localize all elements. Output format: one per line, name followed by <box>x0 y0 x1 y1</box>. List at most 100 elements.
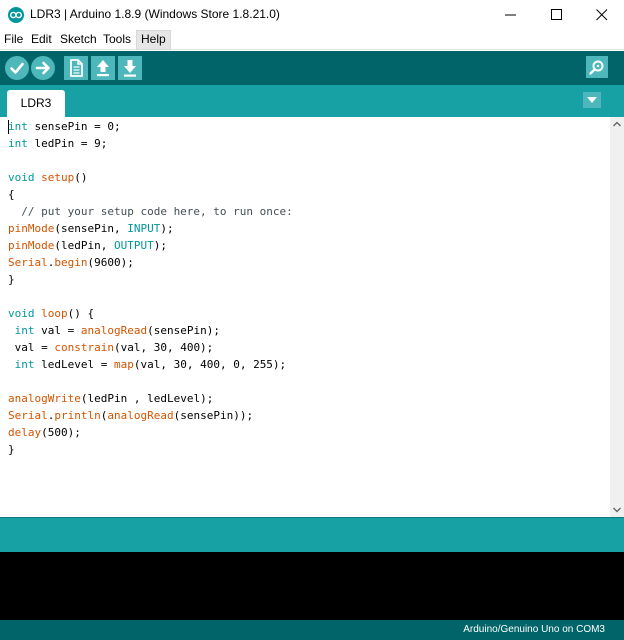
scroll-up-button[interactable] <box>610 117 624 131</box>
chevron-down-icon <box>587 97 597 103</box>
tab-menu-button[interactable] <box>583 92 601 108</box>
chevron-up-icon <box>613 121 621 127</box>
code-token: Serial <box>8 409 48 422</box>
new-sketch-button[interactable] <box>64 56 88 80</box>
code-token: val = <box>8 341 55 354</box>
code-line: int ledLevel = map(val, 30, 400, 0, 255)… <box>8 356 293 373</box>
code-token: (9600); <box>87 256 134 269</box>
window-title: LDR3 | Arduino 1.8.9 (Windows Store 1.8.… <box>30 7 280 21</box>
close-icon <box>596 9 608 21</box>
code-line: int val = analogRead(sensePin); <box>8 322 293 339</box>
chevron-down-icon <box>613 507 621 513</box>
code-token: map <box>113 358 134 371</box>
code-line: void loop() { <box>8 305 293 322</box>
code-token: void <box>8 171 35 184</box>
minimize-button[interactable] <box>488 0 534 30</box>
scroll-down-button[interactable] <box>610 503 624 517</box>
code-token: } <box>8 443 15 456</box>
code-token: (val, 30, 400, 0, 255); <box>133 358 287 371</box>
maximize-button[interactable] <box>534 0 580 30</box>
serial-monitor-icon <box>589 60 604 75</box>
verify-button[interactable] <box>5 56 29 80</box>
code-editor[interactable]: int sensePin = 0; int ledPin = 9; void set… <box>0 117 610 517</box>
tab-ldr3[interactable]: LDR3 <box>7 90 65 117</box>
code-token: int <box>8 137 28 150</box>
upload-icon <box>35 61 50 75</box>
editor-scrollbar[interactable] <box>610 117 624 517</box>
code-line: // put your setup code here, to run once… <box>8 203 293 220</box>
code-token: (ledPin , ledLevel); <box>80 392 214 405</box>
code-token: val = <box>34 324 81 337</box>
maximize-icon <box>551 9 562 20</box>
code-token: ); <box>160 222 174 235</box>
verify-icon <box>10 62 24 74</box>
open-icon <box>97 60 109 77</box>
code-token: analogRead <box>80 324 148 337</box>
code-line: analogWrite(ledPin , ledLevel); <box>8 390 293 407</box>
code-line: pinMode(sensePin, INPUT); <box>8 220 293 237</box>
code-token: () { <box>67 307 95 320</box>
menu-bar: File Edit Sketch Tools Help <box>0 30 624 50</box>
menu-tools[interactable]: Tools <box>99 30 135 50</box>
status-bar: Arduino/Genuino Uno on COM3 <box>0 620 624 640</box>
code-token: ); <box>153 239 167 252</box>
code-token: sensePin = 0; <box>27 120 121 133</box>
code-line: } <box>8 271 293 288</box>
code-token: analogWrite <box>8 392 81 405</box>
code-line: val = constrain(val, 30, 400); <box>8 339 293 356</box>
close-button[interactable] <box>579 0 624 30</box>
code-token: (val, 30, 400); <box>113 341 214 354</box>
new-icon <box>70 59 83 77</box>
code-token: constrain <box>54 341 114 354</box>
code-line: } <box>8 441 293 458</box>
code-line: Serial.begin(9600); <box>8 254 293 271</box>
console-output[interactable] <box>0 552 624 620</box>
code-token: (sensePin, <box>54 222 128 235</box>
code-token: { <box>8 188 15 201</box>
code-token: () <box>74 171 88 184</box>
code-token: INPUT <box>127 222 161 235</box>
code-token: (500); <box>41 426 81 439</box>
save-sketch-button[interactable] <box>118 56 142 80</box>
code-token: OUTPUT <box>113 239 154 252</box>
menu-file[interactable]: File <box>0 30 27 50</box>
code-token: pinMode <box>8 222 55 235</box>
code-token: (ledPin, <box>54 239 114 252</box>
code-token: int <box>14 358 35 371</box>
upload-button[interactable] <box>31 56 55 80</box>
code-lines: int sensePin = 0; int ledPin = 9; void set… <box>8 118 293 458</box>
code-token: (sensePin)); <box>173 409 254 422</box>
code-token: loop <box>41 307 68 320</box>
toolbar <box>0 51 624 85</box>
code-token: int <box>14 324 35 337</box>
code-token: } <box>8 273 15 286</box>
tab-bar: LDR3 <box>0 85 624 117</box>
open-sketch-button[interactable] <box>91 56 115 80</box>
code-line: int ledPin = 9; <box>8 135 293 152</box>
code-token: pinMode <box>8 239 55 252</box>
menu-help[interactable]: Help <box>136 30 171 50</box>
code-token: void <box>8 307 35 320</box>
serial-monitor-button[interactable] <box>586 56 608 78</box>
title-bar: LDR3 | Arduino 1.8.9 (Windows Store 1.8.… <box>0 0 624 30</box>
code-token: ledLevel = <box>34 358 114 371</box>
code-token: println <box>54 409 101 422</box>
code-line: delay(500); <box>8 424 293 441</box>
code-token: analogRead <box>107 409 174 422</box>
minimize-icon <box>505 14 516 16</box>
menu-sketch[interactable]: Sketch <box>56 30 101 50</box>
save-icon <box>124 60 136 77</box>
code-line: void setup() <box>8 169 293 186</box>
code-token: begin <box>54 256 88 269</box>
code-token: setup <box>41 171 75 184</box>
code-line: { <box>8 186 293 203</box>
arduino-infinity-icon <box>8 7 24 23</box>
menu-edit[interactable]: Edit <box>27 30 56 50</box>
code-token: (sensePin); <box>147 324 220 337</box>
code-token: Serial <box>8 256 48 269</box>
code-line: int sensePin = 0; <box>8 118 293 135</box>
